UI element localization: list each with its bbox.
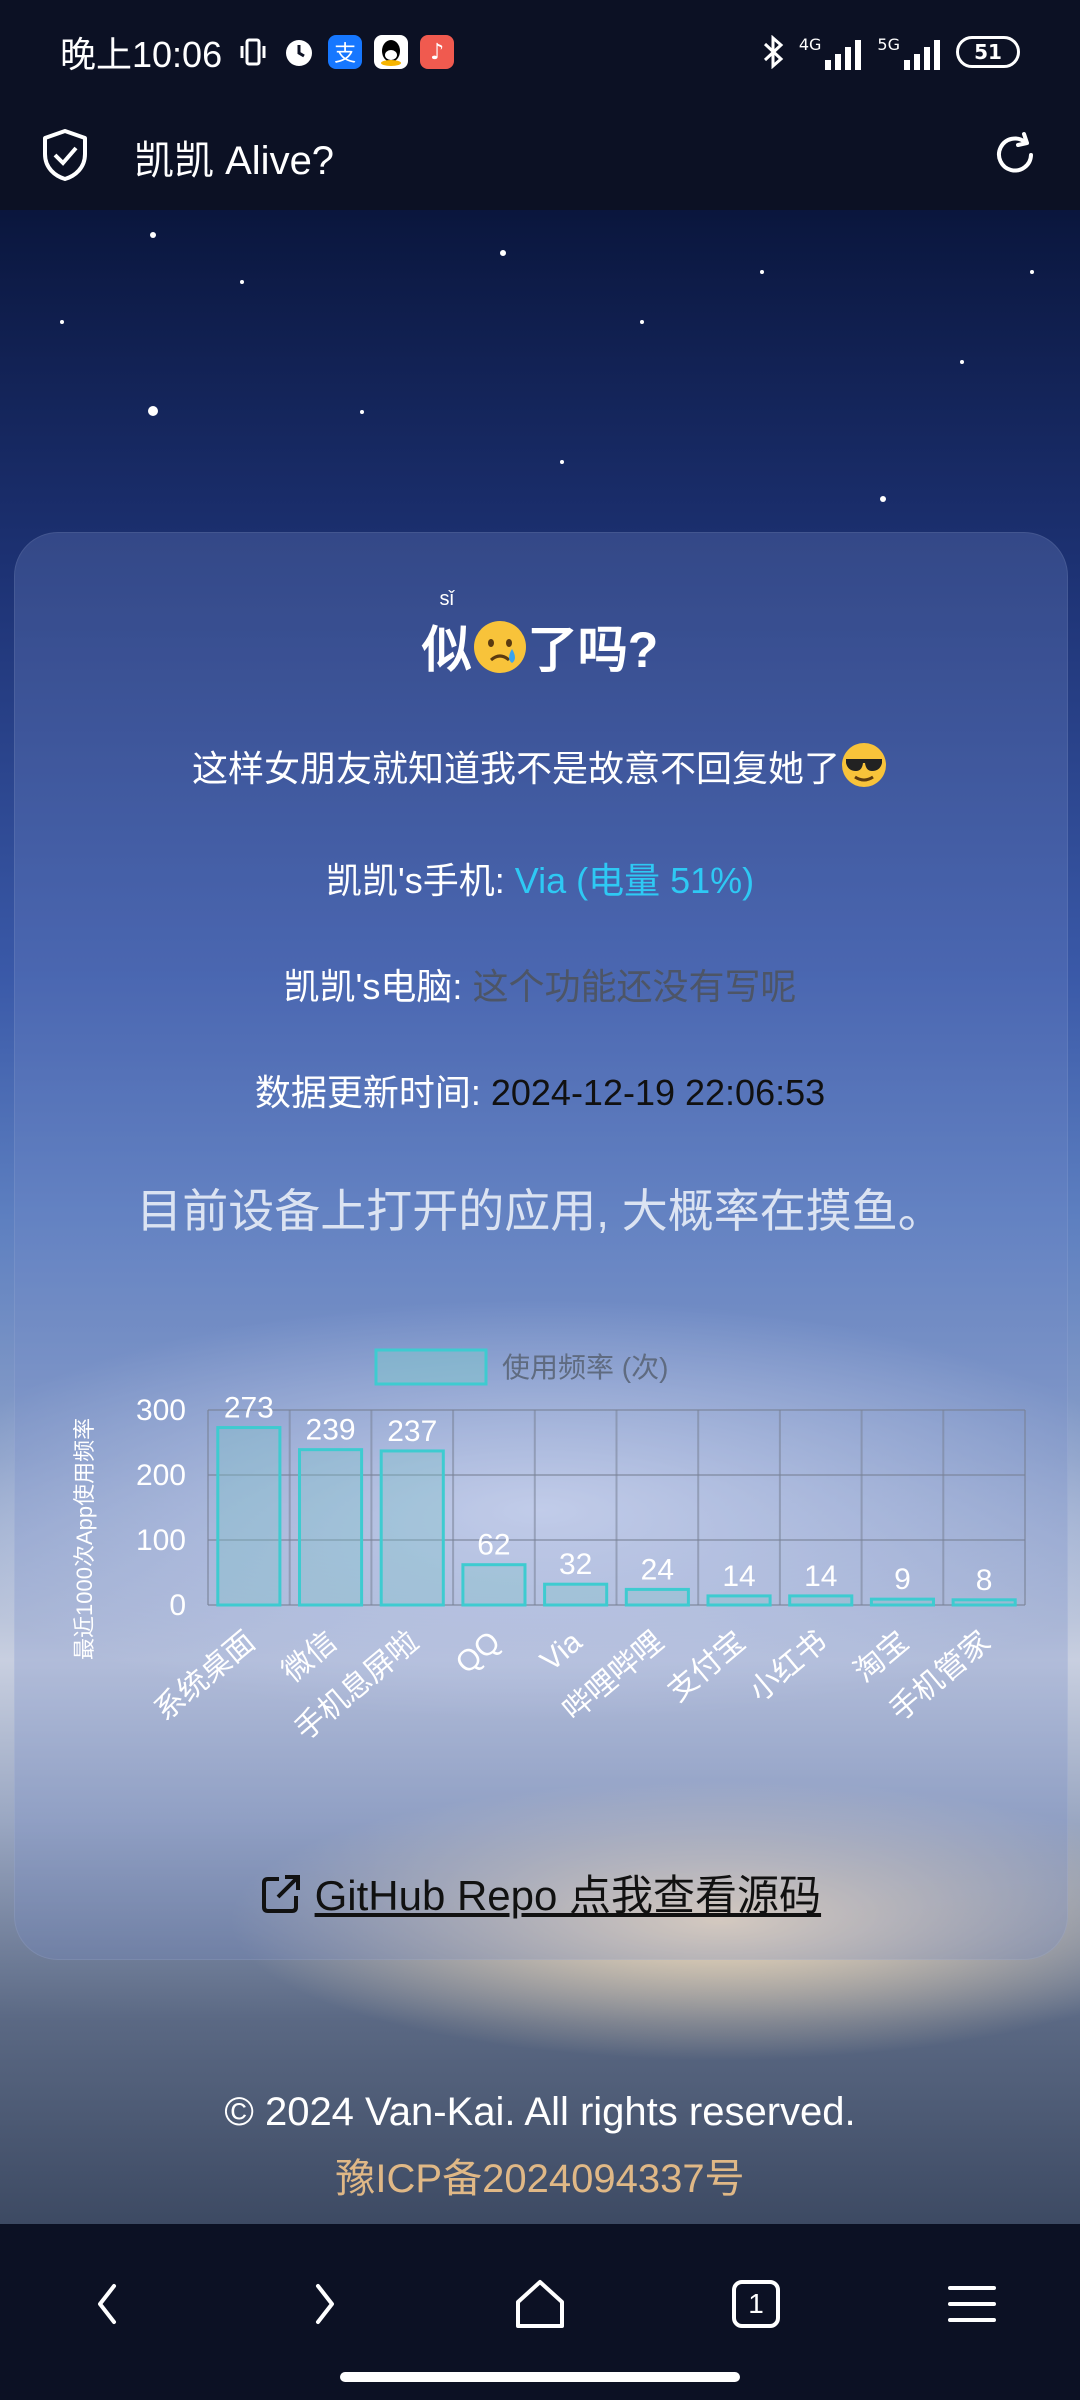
github-repo-link[interactable]: GitHub Repo 点我查看源码 bbox=[0, 1862, 1080, 1926]
bar-value-label: 14 bbox=[804, 1560, 837, 1593]
update-value: 2024-12-19 22:06:53 bbox=[490, 1072, 826, 1113]
legend-label: 使用频率 (次) bbox=[502, 1352, 668, 1383]
x-tick-label: 微信 bbox=[276, 1625, 343, 1689]
bluetooth-icon bbox=[763, 35, 784, 69]
shield-check-icon[interactable] bbox=[40, 128, 90, 186]
external-link-icon bbox=[259, 1872, 303, 1926]
x-tick-label: 淘宝 bbox=[848, 1625, 915, 1689]
network-4g: 4G bbox=[799, 35, 864, 70]
battery-indicator: 51 bbox=[956, 36, 1020, 68]
alipay-icon: 支 bbox=[328, 35, 363, 69]
bar bbox=[788, 1594, 854, 1607]
legend-swatch bbox=[374, 1348, 488, 1386]
y-tick-label: 100 bbox=[136, 1524, 186, 1557]
update-label: 数据更新时间: bbox=[254, 1072, 491, 1113]
back-icon[interactable] bbox=[78, 2274, 138, 2334]
crying-emoji-icon bbox=[472, 619, 528, 675]
pc-status: 凯凯's电脑: 这个功能还没有写呢 bbox=[0, 958, 1080, 1010]
system-icons: 4G 5G 51 bbox=[761, 35, 1020, 70]
x-tick-label: 系统桌面 bbox=[148, 1625, 261, 1727]
heading-rest: 了吗? bbox=[527, 622, 659, 678]
bar bbox=[869, 1597, 935, 1607]
status-time: 晚上10:06 bbox=[60, 34, 223, 75]
x-tick-label: QQ bbox=[450, 1625, 507, 1680]
phone-status: 凯凯's手机: Via (电量 51%) bbox=[0, 852, 1080, 904]
bar bbox=[298, 1448, 364, 1607]
repo-link-text[interactable]: GitHub Repo 点我查看源码 bbox=[315, 1872, 821, 1919]
icp-link[interactable]: 豫ICP备2024094337号 bbox=[0, 2146, 1080, 2204]
refresh-icon[interactable] bbox=[990, 130, 1040, 184]
bar-value-label: 273 bbox=[224, 1392, 274, 1425]
x-tick-label: 小红书 bbox=[743, 1625, 833, 1708]
sunglasses-emoji-icon bbox=[840, 741, 888, 798]
apps-heading: 目前设备上打开的应用, 大概率在摸鱼。 bbox=[136, 1185, 944, 1237]
bar-value-label: 32 bbox=[559, 1548, 592, 1581]
app-usage-chart: 0100200300 系统桌面 微信手机息屏啦 QQ Via哔哩哔哩支付宝小红书 淘宝手… bbox=[72, 1348, 1026, 1747]
bar-value-label: 24 bbox=[641, 1553, 674, 1586]
tabs-button[interactable]: 1 bbox=[726, 2274, 786, 2334]
tagline: 这样女朋友就知道我不是故意不回复她了 bbox=[0, 740, 1080, 798]
bar-value-label: 8 bbox=[976, 1564, 993, 1597]
pc-value: 这个功能还没有写呢 bbox=[472, 966, 797, 1007]
status-bar: 晚上10:06 支 ♪ 4G 5G 51 bbox=[0, 0, 1080, 104]
update-time: 数据更新时间: 2024-12-19 22:06:53 bbox=[0, 1064, 1080, 1116]
home-icon[interactable] bbox=[510, 2274, 570, 2334]
music-app-icon: ♪ bbox=[420, 35, 455, 69]
notification-icons: 支 ♪ bbox=[236, 35, 455, 69]
bar bbox=[379, 1449, 445, 1607]
chart-y-label: 最近1000次App使用频率 bbox=[72, 1418, 97, 1660]
network-5g: 5G bbox=[877, 35, 942, 70]
bar-value-label: 237 bbox=[387, 1415, 437, 1448]
card-heading: sǐ 似 了吗? bbox=[0, 588, 1080, 682]
page-title: 凯凯 Alive? bbox=[134, 139, 335, 183]
phone-label: 凯凯's手机: bbox=[325, 860, 515, 901]
bar bbox=[461, 1563, 527, 1607]
bar-value-label: 14 bbox=[722, 1560, 755, 1593]
bar-value-label: 62 bbox=[477, 1529, 510, 1562]
bar bbox=[706, 1594, 772, 1607]
chart-legend: 使用频率 (次) bbox=[374, 1348, 668, 1386]
x-tick-label: 支付宝 bbox=[662, 1625, 752, 1708]
heading-ruby: sǐ 似 bbox=[421, 588, 472, 682]
y-tick-label: 0 bbox=[169, 1589, 186, 1622]
chart-x-ticks: 系统桌面 微信手机息屏啦 QQ Via哔哩哔哩支付宝小红书 淘宝手机管家 bbox=[148, 1625, 996, 1747]
pc-label: 凯凯's电脑: bbox=[283, 966, 473, 1007]
alarm-icon bbox=[282, 35, 316, 69]
bar bbox=[951, 1598, 1017, 1607]
bar-value-label: 9 bbox=[894, 1563, 911, 1596]
tabs-count: 1 bbox=[748, 2288, 764, 2319]
copyright-text: © 2024 Van-Kai. All rights reserved. bbox=[224, 2090, 856, 2134]
y-tick-label: 200 bbox=[136, 1459, 186, 1492]
bar bbox=[543, 1582, 609, 1607]
x-tick-label: Via bbox=[534, 1625, 588, 1678]
menu-icon[interactable] bbox=[942, 2274, 1002, 2334]
app-bar: 凯凯 Alive? bbox=[0, 104, 1080, 210]
forward-icon[interactable] bbox=[294, 2274, 354, 2334]
bar-value-label: 239 bbox=[306, 1414, 356, 1447]
qq-icon bbox=[374, 35, 409, 69]
vibrate-icon bbox=[236, 35, 270, 69]
phone-value: Via (电量 51%) bbox=[514, 860, 755, 901]
tagline-text: 这样女朋友就知道我不是故意不回复她了 bbox=[191, 748, 840, 789]
chart-y-ticks: 0 100 200 300 bbox=[136, 1394, 186, 1622]
y-tick-label: 300 bbox=[136, 1394, 186, 1427]
bar bbox=[216, 1426, 282, 1607]
heading-pinyin: sǐ bbox=[439, 588, 454, 610]
bar bbox=[624, 1587, 690, 1607]
heading-char: 似 bbox=[421, 622, 472, 678]
home-indicator[interactable] bbox=[340, 2372, 740, 2382]
